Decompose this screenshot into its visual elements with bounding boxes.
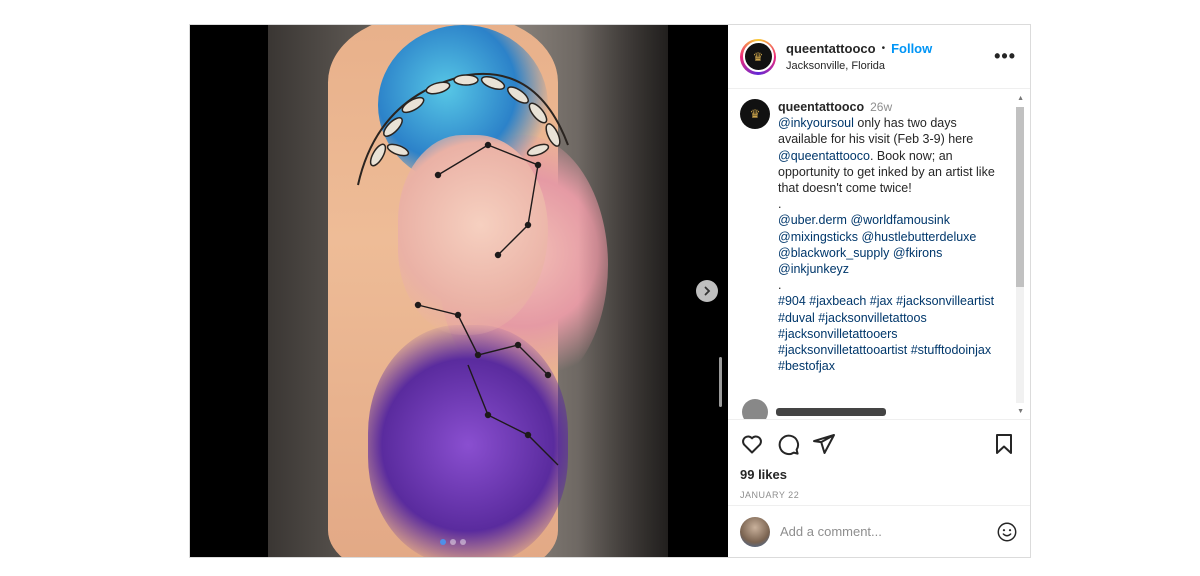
caption-dot: . [778, 197, 782, 212]
post-image [268, 25, 668, 557]
crown-icon: ♛ [749, 107, 761, 121]
next-image-button[interactable] [696, 280, 718, 302]
constellation-lines [414, 141, 559, 466]
caption-dot: . [778, 278, 782, 293]
scroll-thumb[interactable] [1016, 107, 1024, 287]
action-bar [728, 419, 1030, 467]
caption-username[interactable]: queentattooco [778, 100, 864, 114]
post-date[interactable]: JANUARY 22 [728, 490, 1030, 500]
paper-plane-icon[interactable] [812, 432, 836, 456]
mention-link[interactable]: @inkyoursoul [778, 116, 854, 130]
carousel-dot [460, 539, 466, 545]
media-scroll-indicator [719, 357, 722, 407]
instagram-post: ♛ queentattooco • Follow Jacksonville, F… [189, 24, 1031, 558]
profile-avatar[interactable]: ♛ [740, 38, 776, 75]
mentions-list[interactable]: @uber.derm @worldfamousink @mixingsticks… [778, 212, 1006, 277]
carousel-dot [440, 539, 446, 545]
comments-scrollbar[interactable]: ▲ ▼ [1016, 95, 1026, 415]
hashtags-list[interactable]: #904 #jaxbeach #jax #jacksonvilleartist … [778, 293, 1006, 374]
chevron-right-icon [704, 286, 711, 296]
bookmark-icon[interactable] [992, 432, 1016, 456]
emoji-icon[interactable] [996, 521, 1018, 543]
post-header: ♛ queentattooco • Follow Jacksonville, F… [728, 25, 1030, 89]
post-side-panel: ♛ queentattooco • Follow Jacksonville, F… [728, 25, 1030, 557]
likes-count[interactable]: 99 likes [728, 467, 1030, 482]
location-link[interactable]: Jacksonville, Florida [786, 60, 994, 72]
comment-icon[interactable] [776, 432, 800, 456]
header-separator: • [881, 43, 886, 54]
caption: ♛ queentattooco 26w @inkyoursoul only has… [740, 99, 1006, 374]
crown-icon: ♛ [752, 49, 764, 64]
add-comment-bar [728, 505, 1030, 557]
follow-button[interactable]: Follow [891, 41, 932, 56]
heart-icon[interactable] [740, 432, 764, 456]
next-comment-preview [742, 399, 886, 419]
scroll-up-icon[interactable]: ▲ [1017, 95, 1024, 102]
carousel-dots [440, 539, 466, 545]
comments-section[interactable]: ♛ queentattooco 26w @inkyoursoul only has… [728, 89, 1030, 419]
header-username[interactable]: queentattooco [786, 41, 876, 56]
current-user-avatar [740, 516, 770, 547]
carousel-dot [450, 539, 456, 545]
more-options-icon[interactable]: ••• [994, 46, 1016, 67]
post-media[interactable] [190, 25, 728, 557]
mention-link[interactable]: @queentattooco [778, 149, 870, 163]
scroll-down-icon[interactable]: ▼ [1017, 408, 1024, 415]
caption-time[interactable]: 26w [870, 100, 892, 114]
caption-avatar[interactable]: ♛ [740, 99, 770, 129]
comment-input[interactable] [780, 524, 996, 539]
